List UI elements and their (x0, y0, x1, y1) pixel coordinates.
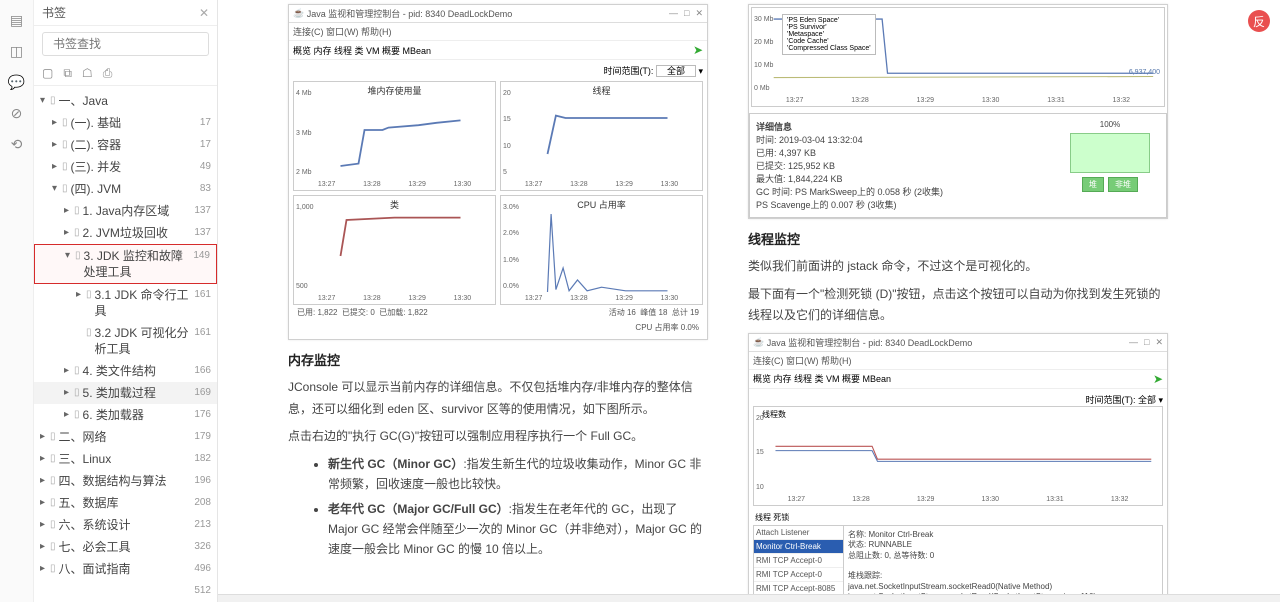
feedback-badge[interactable]: 反 (1248, 10, 1270, 32)
jconsole-overview-screenshot: ☕ Java 监视和管理控制台 - pid: 8340 DeadLockDemo… (288, 4, 708, 340)
tool-icon-1[interactable]: ▢ (42, 66, 53, 81)
bookmark-item[interactable]: ▸▯1. Java内存区域137 (34, 200, 217, 222)
bookmark-item[interactable]: ▸▯5. 类加载过程169 (34, 382, 217, 404)
minimize-icon: — (669, 8, 678, 19)
bookmark-item[interactable]: ▸▯6. 类加载器176 (34, 404, 217, 426)
bookmark-item[interactable]: ▾▯一、Java (34, 90, 217, 112)
tool-icon-2[interactable]: ⧉ (63, 66, 72, 81)
maximize-icon: □ (684, 8, 689, 19)
bookmark-item[interactable]: ▸▯三、Linux182 (34, 448, 217, 470)
heap-chart: 堆内存使用量 4 Mb3 Mb2 Mb 13:2713:2813:2913:30 (293, 81, 496, 191)
horizontal-scrollbar[interactable] (218, 594, 1280, 602)
comments-icon[interactable]: 💬 (8, 74, 25, 91)
bookmark-item[interactable]: ▯3.2 JDK 可视化分析工具161 (34, 322, 217, 360)
search-input[interactable] (53, 37, 208, 51)
attachments-icon[interactable]: ⊘ (11, 105, 23, 122)
bookmark-item[interactable]: ▸▯3.1 JDK 命令行工具161 (34, 284, 217, 322)
heap-button: 堆 (1082, 177, 1104, 192)
outline-icon[interactable]: ▤ (10, 12, 23, 29)
bookmark-item[interactable]: ▾▯(四). JVM83 (34, 178, 217, 200)
memory-heading: 内存监控 (288, 350, 708, 369)
bookmark-item[interactable]: ▸▯八、面试指南496 (34, 558, 217, 580)
thread-monitor-screenshot: ☕ Java 监视和管理控制台 - pid: 8340 DeadLockDemo… (748, 333, 1168, 602)
bookmark-item[interactable]: ▸▯二、网络179 (34, 426, 217, 448)
bookmarks-sidebar: 书签 ✕ ▢ ⧉ ☖ ⎙ ▾▯一、Java▸▯(一). 基础17▸▯(二). 容… (34, 0, 218, 602)
history-icon[interactable]: ⟲ (11, 136, 23, 153)
sidebar-title: 书签 (42, 4, 66, 21)
bookmark-item[interactable]: ▾▯3. JDK 监控和故障处理工具149 (34, 244, 217, 284)
tool-icon-3[interactable]: ☖ (82, 66, 93, 81)
tool-icon-4[interactable]: ⎙ (103, 66, 113, 81)
bookmark-item[interactable]: ▸▯六、系统设计213 (34, 514, 217, 536)
bookmark-item[interactable]: ▸▯七、必会工具326 (34, 536, 217, 558)
bookmark-tree: ▾▯一、Java▸▯(一). 基础17▸▯(二). 容器17▸▯(三). 并发4… (34, 86, 217, 602)
nonheap-button: 非堆 (1108, 177, 1138, 192)
java-icon: ☕ (293, 8, 304, 19)
cpu-chart: CPU 占用率 3.0%2.0%1.0%0.0% 13:2713:2813:29… (500, 195, 703, 305)
bookmark-tab-icon[interactable]: ◫ (10, 43, 23, 60)
bookmark-item[interactable]: ▸▯4. 类文件结构166 (34, 360, 217, 382)
bookmark-item[interactable]: ▸▯四、数据结构与算法196 (34, 470, 217, 492)
close-icon[interactable]: ✕ (199, 6, 209, 20)
bookmark-search (42, 32, 209, 56)
bookmark-item[interactable]: ▸▯五、数据库208 (34, 492, 217, 514)
bookmark-item[interactable]: ▸▯(三). 并发49 (34, 156, 217, 178)
refresh-icon: ➤ (693, 43, 703, 57)
memory-chart-screenshot: 'PS Eden Space''PS Survivor''Metaspace''… (748, 4, 1168, 219)
close-icon: ✕ (695, 8, 703, 19)
bookmark-item[interactable]: ▸▯(一). 基础17 (34, 112, 217, 134)
bookmark-item[interactable]: ▸▯(二). 容器17 (34, 134, 217, 156)
class-chart: 类 1,000500 13:2713:2813:2913:30 (293, 195, 496, 305)
thread-chart: 线程 2015105 13:2713:2813:2913:30 (500, 81, 703, 191)
bookmark-item[interactable]: ▸▯2. JVM垃圾回收137 (34, 222, 217, 244)
